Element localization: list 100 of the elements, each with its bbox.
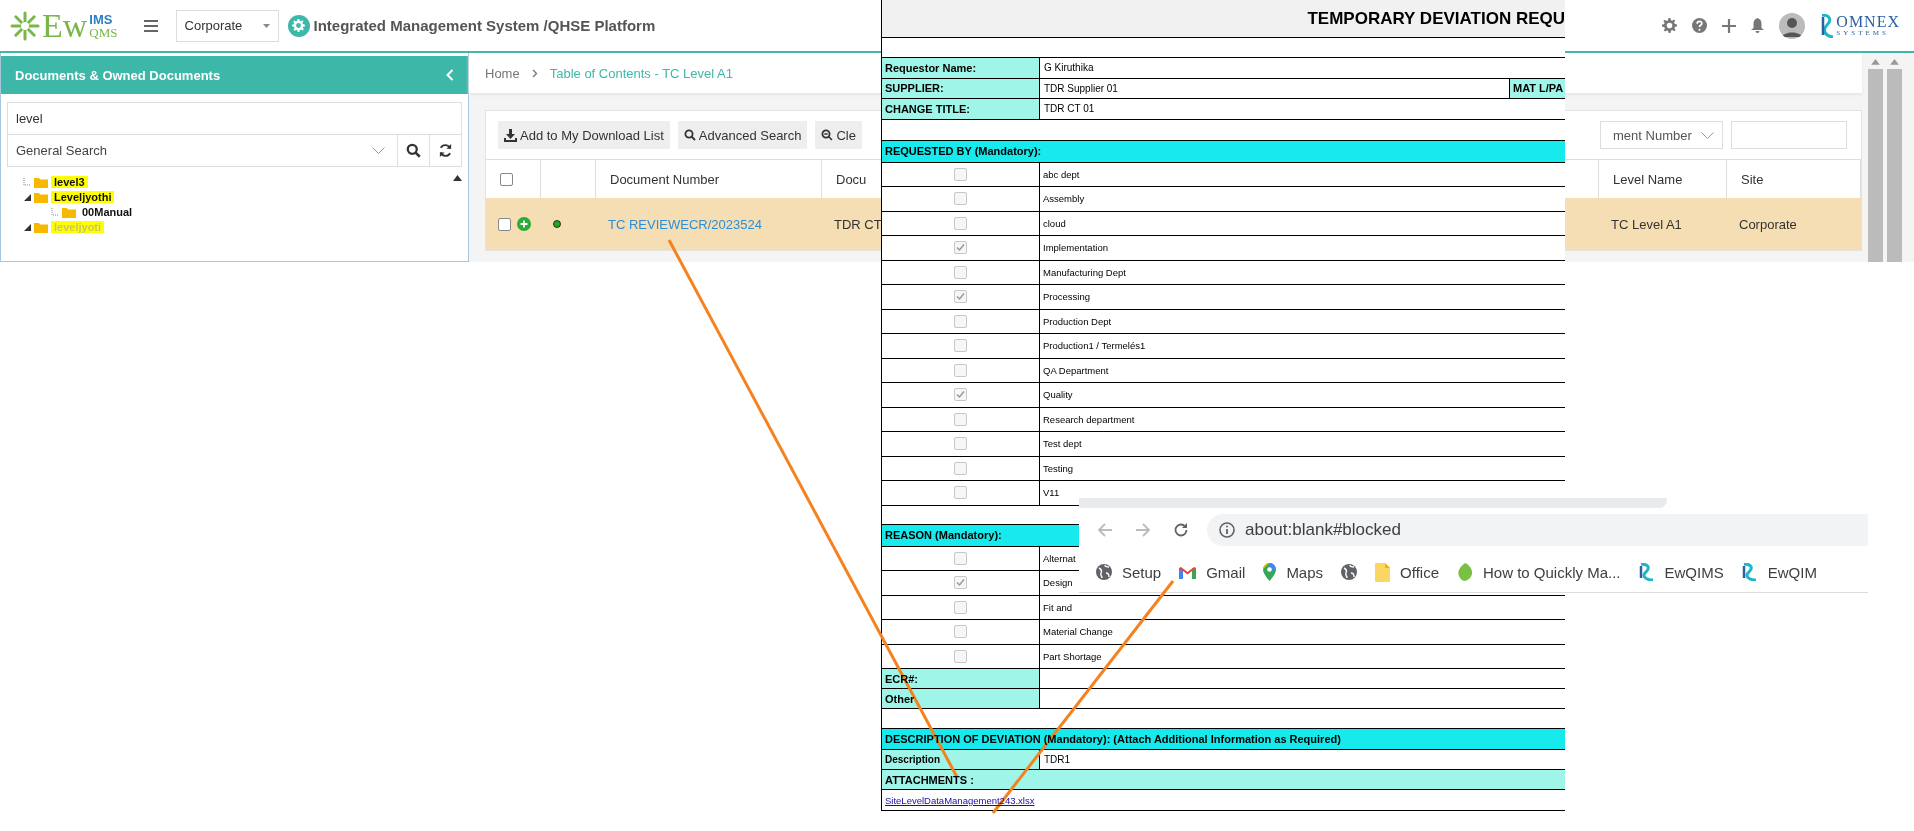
bookmark[interactable]: How to Quickly Ma... [1456, 563, 1621, 581]
option-label: Test dept [1042, 438, 1082, 450]
table-cell: Corporate [1739, 216, 1797, 232]
field-label: CHANGE TITLE: [882, 99, 1040, 119]
tree-item[interactable]: 00Manual [79, 206, 136, 218]
logo-text: QMS [89, 25, 118, 39]
checkbox[interactable] [954, 461, 967, 475]
option-label: Quality [1042, 389, 1073, 401]
checkbox[interactable] [954, 314, 967, 328]
checkbox[interactable] [954, 363, 967, 377]
address-bar[interactable]: about:blank#blocked [1207, 514, 1868, 546]
expand-triangle-icon[interactable] [23, 223, 31, 231]
site-dropdown[interactable]: Corporate [175, 9, 279, 42]
leaf-icon [1456, 563, 1473, 581]
table-cell: TDR CT [834, 216, 882, 232]
avatar-icon[interactable] [1779, 12, 1806, 39]
bookmark[interactable]: EwQIM [1741, 563, 1817, 581]
zoom-out-icon [821, 129, 834, 141]
gear-icon[interactable] [292, 19, 305, 32]
globe-icon [1096, 564, 1112, 580]
option-label: Material Change [1042, 626, 1113, 638]
caret-icon [262, 23, 270, 28]
folder-icon [34, 191, 48, 203]
back-arrow-icon[interactable] [1097, 522, 1113, 538]
checkbox[interactable] [500, 172, 513, 186]
checkbox[interactable] [954, 265, 967, 279]
scroll-up-icon[interactable] [453, 175, 462, 181]
menu-icon[interactable] [143, 19, 158, 32]
toolbar-button[interactable]: Advanced Search [677, 121, 808, 149]
plus-icon[interactable] [1722, 18, 1737, 33]
reload-icon[interactable] [1173, 522, 1189, 538]
folder-icon [62, 206, 76, 218]
option-label: Manufacturing Dept [1042, 266, 1126, 278]
column-header: Docu [836, 171, 867, 187]
bookmark[interactable]: EwQIMS [1638, 563, 1724, 581]
document-icon [1375, 562, 1391, 582]
checkbox[interactable] [954, 241, 967, 255]
field-label: Other [885, 692, 915, 705]
bookmark[interactable]: Setup [1096, 563, 1162, 581]
option-label: Production Dept [1042, 315, 1112, 327]
option-label: Testing [1042, 462, 1074, 474]
scrollbar[interactable] [1868, 59, 1883, 262]
column-header: Level Name [1613, 171, 1683, 187]
option-label: Production1 / Termelés1 [1042, 340, 1146, 352]
checkbox[interactable] [954, 290, 967, 304]
field-label: SUPPLIER: [882, 78, 1040, 98]
checkbox[interactable] [498, 217, 511, 231]
bookmark[interactable]: Office [1375, 562, 1439, 582]
option-label: Research department [1042, 413, 1135, 425]
help-icon[interactable] [1692, 18, 1708, 33]
sunburst-icon [10, 10, 40, 41]
checkbox[interactable] [954, 486, 967, 500]
scrollbar[interactable] [1887, 59, 1902, 262]
tree-connector-icon [51, 208, 59, 216]
option-label: cloud [1042, 217, 1066, 229]
checkbox[interactable] [954, 412, 967, 426]
breadcrumb-link[interactable]: Home [485, 65, 520, 81]
search-by-dropdown[interactable]: ment Number [1600, 121, 1723, 149]
search-field[interactable]: level [7, 102, 462, 135]
checkbox[interactable] [954, 192, 967, 206]
checkbox[interactable] [954, 576, 967, 590]
chevron-down-icon [1701, 131, 1714, 139]
checkbox[interactable] [954, 216, 967, 230]
logo-text: Ew [42, 8, 88, 43]
sidebar-title: Documents & Owned Documents [15, 67, 221, 83]
column-header: Site [1741, 171, 1764, 187]
info-icon[interactable] [1219, 522, 1235, 538]
tree-connector-icon [23, 178, 31, 186]
search-field[interactable] [1731, 121, 1847, 149]
checkbox[interactable] [954, 600, 967, 614]
bell-icon[interactable] [1751, 18, 1765, 33]
bookmark[interactable]: Maps [1263, 563, 1324, 581]
folder-icon [34, 176, 48, 188]
expand-triangle-icon[interactable] [23, 193, 31, 201]
toolbar-button[interactable]: Cle [815, 121, 862, 149]
mail-icon [1179, 565, 1197, 579]
toolbar-button[interactable]: Add to My Download List [498, 121, 670, 149]
collapse-chevron-icon[interactable] [446, 69, 454, 81]
option-label: Assembly [1042, 193, 1085, 205]
option-label: Implementation [1042, 242, 1108, 254]
checkbox[interactable] [954, 388, 967, 402]
field-label: Description [882, 750, 1040, 769]
field-value: TDR1 [1043, 753, 1072, 767]
tree-item[interactable]: level3 [51, 176, 88, 188]
checkbox[interactable] [954, 649, 967, 663]
field-label: Requestor Name: [882, 58, 1040, 78]
checkbox[interactable] [954, 437, 967, 451]
checkbox[interactable] [954, 339, 967, 353]
settings-icon[interactable] [1662, 18, 1678, 33]
tree-item[interactable]: Leveljyothi [51, 191, 115, 203]
bookmark[interactable] [1341, 564, 1358, 580]
checkbox[interactable] [954, 167, 967, 181]
field-label: MAT L/PA [1509, 78, 1565, 98]
field-value: TDR CT 01 [1043, 102, 1096, 117]
checkbox[interactable] [954, 625, 967, 639]
forward-arrow-icon[interactable] [1135, 522, 1151, 538]
section-heading: ATTACHMENTS : [885, 773, 974, 786]
checkbox[interactable] [954, 551, 967, 565]
add-icon[interactable] [517, 217, 531, 231]
bookmark[interactable]: Gmail [1179, 563, 1246, 581]
